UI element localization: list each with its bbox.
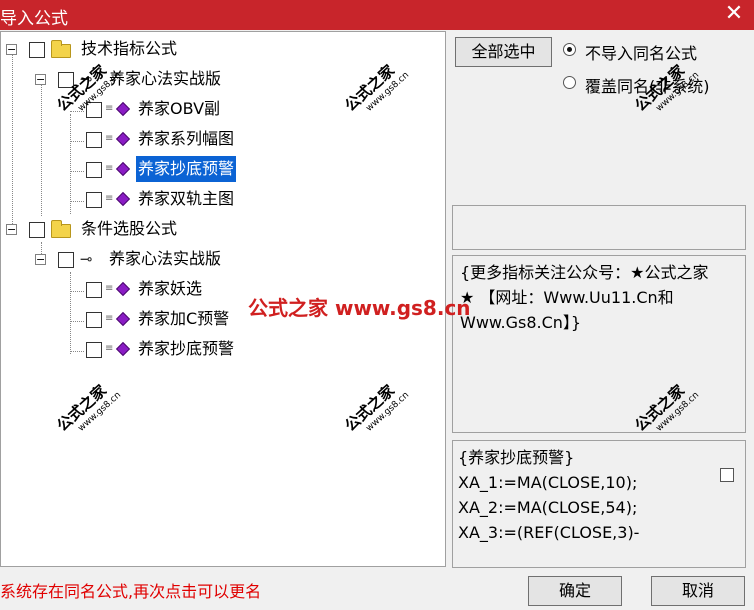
tree-node-label: 条件选股公式 (81, 219, 178, 238)
checkbox[interactable] (86, 342, 102, 358)
formula-icon (115, 281, 131, 297)
tree-node-formula-set[interactable]: − ⊸ 养家心法实战版 (1, 66, 301, 92)
radio-skip-duplicates[interactable] (563, 43, 576, 56)
tree-node-label: 养家心法实战版 (109, 249, 222, 268)
checkbox[interactable] (29, 222, 45, 238)
empty-panel (452, 205, 746, 250)
checkbox[interactable] (86, 192, 102, 208)
code-line: XA_1:=MA(CLOSE,10); (458, 473, 638, 492)
checkbox[interactable] (58, 252, 74, 268)
key-icon: ⊸ (80, 250, 93, 268)
checkbox[interactable] (29, 42, 45, 58)
tree-node-label: 技术指标公式 (81, 39, 178, 58)
code-checkbox[interactable] (720, 468, 734, 482)
code-line: XA_2:=MA(CLOSE,54); (458, 498, 638, 517)
code-line: {养家抄底预警} (458, 448, 575, 467)
tree-item-label: 养家系列幅图 (138, 129, 235, 148)
tree-node-screening[interactable]: − 条件选股公式 (1, 216, 301, 242)
folder-icon (51, 40, 71, 58)
code-line: XA_3:=(REF(CLOSE,3)- (458, 523, 640, 542)
formula-icon (115, 311, 131, 327)
title-bar: 导入公式 ✕ (0, 0, 754, 30)
collapse-icon[interactable]: − (6, 44, 17, 55)
tree-node-indicators[interactable]: − 技术指标公式 (1, 36, 301, 62)
checkbox[interactable] (86, 282, 102, 298)
close-icon[interactable]: ✕ (722, 2, 746, 26)
tree-item-selected[interactable]: ≡ 养家抄底预警 (1, 156, 301, 182)
tree-item-label: 养家OBV副 (138, 99, 221, 118)
checkbox[interactable] (86, 312, 102, 328)
formula-icon (115, 101, 131, 117)
tree-item[interactable]: ≡ 养家双轨主图 (1, 186, 301, 212)
status-message: 系统存在同名公式,再次点击可以更名 (0, 582, 262, 601)
collapse-icon[interactable]: − (35, 74, 46, 85)
collapse-icon[interactable]: − (6, 224, 17, 235)
select-all-button[interactable]: 全部选中 (455, 37, 552, 67)
tree-node-formula-set[interactable]: − ⊸ 养家心法实战版 (1, 246, 301, 272)
formula-icon (115, 131, 131, 147)
watermark-center: 公式之家 www.gs8.cn (248, 296, 471, 320)
tree-node-label: 养家心法实战版 (109, 69, 222, 88)
folder-icon (51, 220, 71, 238)
tree-item-label: 养家妖选 (138, 279, 203, 298)
tree-item-label: 养家双轨主图 (138, 189, 235, 208)
checkbox[interactable] (86, 162, 102, 178)
formula-icon (115, 161, 131, 177)
tree-item-label: 养家抄底预警 (138, 339, 235, 358)
ok-button[interactable]: 确定 (528, 576, 622, 606)
code-preview: {养家抄底预警} XA_1:=MA(CLOSE,10); XA_2:=MA(CL… (458, 445, 639, 545)
tree-item-label: 养家加C预警 (138, 309, 230, 328)
tree-item[interactable]: ≡ 养家OBV副 (1, 96, 301, 122)
formula-icon (115, 191, 131, 207)
cancel-button[interactable]: 取消 (651, 576, 745, 606)
description-text: {更多指标关注公众号：★公式之家★ 【网址：Www.Uu11.Cn和Www.Gs… (460, 263, 709, 332)
tree-item[interactable]: ≡ 养家系列幅图 (1, 126, 301, 152)
window-title: 导入公式 (0, 9, 68, 29)
tree-item-label: 养家抄底预警 (136, 156, 237, 182)
checkbox[interactable] (86, 132, 102, 148)
tree-item[interactable]: ≡ 养家抄底预警 (1, 336, 301, 362)
radio-overwrite[interactable] (563, 76, 576, 89)
collapse-icon[interactable]: − (35, 254, 46, 265)
formula-icon (115, 341, 131, 357)
